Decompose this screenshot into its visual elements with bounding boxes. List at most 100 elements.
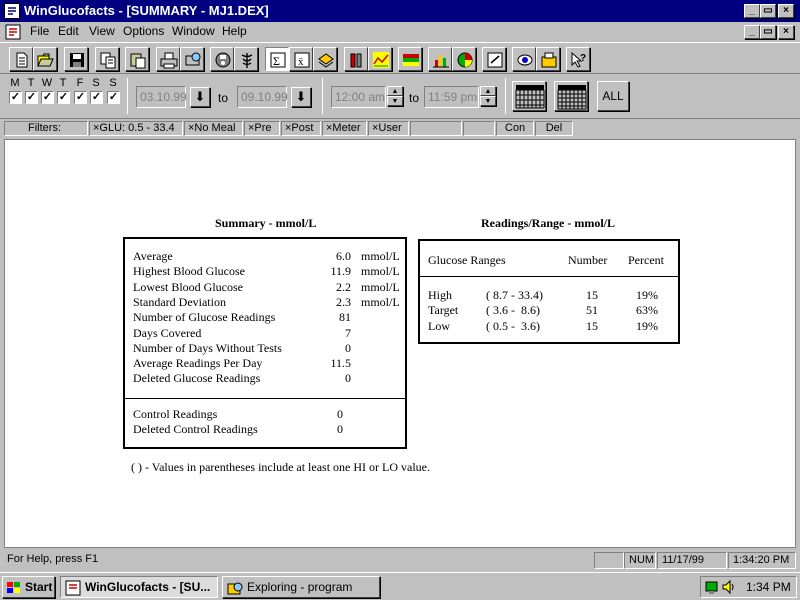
task-exploring[interactable]: Exploring - program [222,576,380,598]
all-dates-button[interactable]: ALL [597,81,629,111]
day-checkbox-mon[interactable]: ✓ [9,91,22,104]
filter-pre[interactable]: ×Pre [244,121,280,136]
new-button[interactable] [9,47,33,71]
title-bar[interactable]: WinGlucofacts - [SUMMARY - MJ1.DEX] _ ▭ … [0,0,800,22]
filter-control[interactable]: Con [496,121,534,136]
month-grid-icon [557,85,587,110]
range-row-number: 15 [586,318,598,333]
menu-window[interactable]: Window [172,24,215,38]
range-row-percent: 63% [636,303,658,318]
caduceus-button[interactable] [234,47,258,71]
network-icon[interactable] [704,579,720,595]
doc-close-button[interactable]: × [778,25,794,39]
logbook-icon [318,53,334,68]
spin-down-icon[interactable]: ▼ [387,96,403,106]
menu-view[interactable]: View [89,24,115,38]
meter-icon [215,52,231,68]
time-from-input[interactable]: 12:00 am [331,86,386,108]
minimize-button[interactable]: _ [744,4,760,18]
summary-button[interactable]: Σ [265,47,289,71]
day-checkbox-sun[interactable]: ✓ [107,91,120,104]
separator [322,78,323,114]
arrow-down-icon: ⬇ [295,89,307,104]
task-winglucofacts[interactable]: WinGlucofacts - [SU... [60,576,218,598]
copy-button[interactable] [95,47,119,71]
fax-button[interactable] [536,47,560,71]
ranges-header-percent: Percent [628,253,664,267]
menu-file[interactable]: File [30,24,49,38]
notes-button[interactable] [482,47,506,71]
filter-post[interactable]: ×Post [281,121,321,136]
bar-chart-button[interactable] [344,47,368,71]
spin-down-icon[interactable]: ▼ [480,96,496,106]
control-row-value: 0 [337,407,343,421]
status-help: For Help, press F1 [7,553,99,565]
doc-restore-button[interactable]: ▭ [760,25,776,39]
spin-up-icon[interactable]: ▲ [387,86,403,96]
open-button[interactable] [33,47,57,71]
spin-up-icon[interactable]: ▲ [480,86,496,96]
range-row-percent: 19% [636,318,658,333]
date-from-input[interactable]: 03.10.99 [136,86,187,108]
time-from-spinner[interactable]: ▲ ▼ [387,86,403,108]
time-to-spinner[interactable]: ▲ ▼ [480,86,496,108]
day-checkbox-sat[interactable]: ✓ [90,91,103,104]
filter-glucose-range[interactable]: ×GLU: 0.5 - 33.4 [89,121,183,136]
logbook-button[interactable] [313,47,337,71]
meter-button[interactable] [210,47,234,71]
status-date: 11/17/99 [657,552,727,569]
new-icon [16,52,28,68]
doc-minimize-button[interactable]: _ [744,25,760,39]
pie-chart-button[interactable] [452,47,476,71]
report-button[interactable]: x̄ [289,47,313,71]
range-chart-button[interactable] [398,47,422,71]
day-checkbox-fri[interactable]: ✓ [74,91,87,104]
month-calendar-button[interactable] [554,81,588,111]
filter-meter[interactable]: ×Meter [322,121,367,136]
menu-help[interactable]: Help [222,24,247,38]
context-help-button[interactable]: ? [566,47,590,71]
paste-button[interactable] [125,47,149,71]
speaker-icon[interactable] [721,579,737,595]
view-button[interactable] [512,47,536,71]
date-to-input[interactable]: 09.10.99 [237,86,288,108]
summary-row-label: Average Readings Per Day [133,356,263,371]
filter-no-meal[interactable]: ×No Meal [184,121,243,136]
day-label-sun: S [109,77,117,89]
summary-row-unit: mmol/L [361,279,400,294]
save-button[interactable] [64,47,88,71]
app-icon[interactable] [4,3,20,19]
day-checkbox-tue[interactable]: ✓ [25,91,38,104]
time-to-input[interactable]: 11:59 pm [424,86,479,108]
print-preview-button[interactable] [180,47,204,71]
time-to-label: to [409,91,420,105]
caduceus-icon [241,53,253,68]
menu-edit[interactable]: Edit [58,24,79,38]
bar-chart-icon [350,53,362,68]
filter-empty [463,121,495,136]
summary-row-value: 0 [345,340,351,355]
start-button[interactable]: Start [2,576,55,598]
close-button[interactable]: × [778,4,794,18]
filter-user[interactable]: ×User [368,121,409,136]
task-label: Exploring - program [247,580,353,594]
restore-button[interactable]: ▭ [760,4,776,18]
date-to-dropdown[interactable]: ⬇ [291,87,311,107]
summary-row-value: 2.2 [336,279,351,294]
print-button[interactable] [156,47,180,71]
summary-row-value: 6.0 [336,249,351,263]
range-row-bounds: ( 0.5 - 3.6) [486,318,540,333]
date-from-dropdown[interactable]: ⬇ [190,87,210,107]
report-icon: x̄ [294,52,310,68]
document-icon[interactable] [5,24,21,40]
filter-deleted[interactable]: Del [535,121,573,136]
control-row-label: Deleted Control Readings [133,422,258,437]
day-checkbox-thu[interactable]: ✓ [57,91,70,104]
trend-chart-button[interactable] [368,47,392,71]
week-calendar-button[interactable] [512,81,546,111]
view-icon [517,54,533,66]
summary-row-unit: mmol/L [361,249,400,263]
menu-options[interactable]: Options [123,24,164,38]
day-checkbox-wed[interactable]: ✓ [41,91,54,104]
bar-graph-button[interactable] [428,47,452,71]
